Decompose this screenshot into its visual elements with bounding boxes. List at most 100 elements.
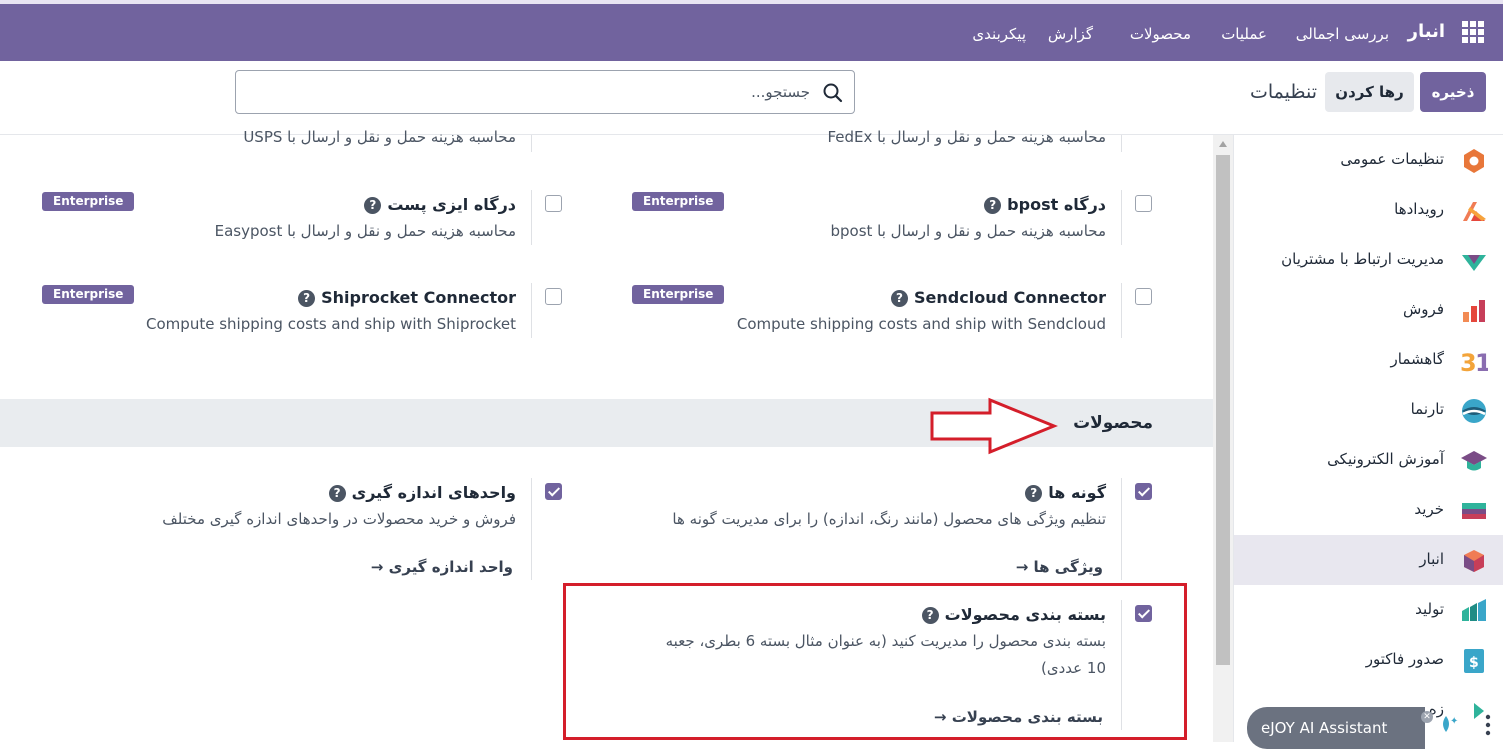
scrollbar-thumb[interactable] [1216,155,1230,665]
uom-checkbox[interactable] [545,483,562,500]
crm-icon [1462,255,1486,271]
sidebar-item-purchase[interactable]: خرید [1234,485,1503,535]
variants-description: تنظیم ویژگی های محصول (مانند رنگ، اندازه… [672,510,1106,528]
divider [531,135,532,152]
annotation-arrow-icon [930,397,1058,455]
sendcloud-checkbox[interactable] [1135,288,1152,305]
help-icon[interactable]: ? [984,197,1002,214]
annotation-highlight-box [563,583,1187,740]
sidebar-item-label: تولید [1415,600,1444,618]
shiprocket-checkbox[interactable] [545,288,562,305]
svg-text:$: $ [1469,655,1479,671]
divider [1121,135,1122,152]
sidebar-item-website[interactable]: تارنما [1234,385,1503,435]
fedex-description: محاسبه هزینه حمل و نقل و ارسال با FedEx [827,128,1106,146]
purchase-icon [1462,503,1486,519]
divider [531,478,532,580]
sidebar-item-events[interactable]: رویدادها [1234,185,1503,235]
sendcloud-title: Sendcloud Connector? [891,288,1106,307]
more-vertical-icon[interactable] [1478,712,1498,738]
menu-configuration[interactable]: پیکربندی [972,24,1026,44]
help-icon[interactable]: ? [328,485,346,502]
ejoy-logo-icon[interactable]: ✦ [1436,712,1460,736]
sidebar-item-label: صدور فاکتور [1365,650,1444,668]
sidebar-item-label: تارنما [1410,400,1444,418]
sales-icon [1463,300,1485,322]
sidebar-item-invoicing[interactable]: $ صدور فاکتور [1234,635,1503,685]
menu-operations[interactable]: عملیات [1221,24,1267,44]
search-icon[interactable] [822,82,844,104]
sidebar-item-label: خرید [1414,500,1444,518]
discard-button[interactable]: رها کردن [1325,72,1414,112]
sidebar-item-crm[interactable]: مدیریت ارتباط با مشتریان [1234,235,1503,285]
main-scrollbar[interactable] [1213,135,1233,742]
bpost-checkbox[interactable] [1135,195,1152,212]
divider [531,190,532,245]
uom-link[interactable]: واحد اندازه گیری → [371,558,513,576]
easypost-description: محاسبه هزینه حمل و نقل و ارسال با Easypo… [214,222,516,240]
close-icon[interactable]: ✕ [1421,711,1433,723]
ejoy-assistant-button[interactable]: eJOY AI Assistant [1247,707,1425,749]
svg-text:✦: ✦ [1450,716,1458,727]
bpost-description: محاسبه هزینه حمل و نقل و ارسال با bpost [830,222,1106,240]
shiprocket-description: Compute shipping costs and ship with Shi… [146,315,516,333]
divider [531,283,532,338]
sidebar-item-sales[interactable]: فروش [1234,285,1503,335]
sendcloud-description: Compute shipping costs and ship with Sen… [736,315,1106,333]
uom-title-text: واحدهای اندازه گیری [351,483,516,502]
control-panel: ذخیره رها کردن تنظیمات [0,61,1503,135]
shiprocket-title-text: Shiprocket Connector [321,288,516,307]
attributes-link-label: ویژگی ها [1033,558,1103,576]
variants-title-text: گونه ها [1048,483,1106,502]
sidebar-item-inventory[interactable]: انبار [1234,535,1503,585]
sidebar-item-label: رویدادها [1394,200,1444,218]
variants-title: گونه ها? [1025,483,1106,502]
divider [1121,478,1122,580]
general-settings-icon [1464,149,1484,173]
easypost-title-text: درگاه ایزی پست [387,195,516,214]
help-icon[interactable]: ? [1025,485,1043,502]
easypost-title: درگاه ایزی پست? [364,195,516,214]
arrow-right-icon: → [1015,558,1029,576]
uom-description: فروش و خرید محصولات در واحدهای اندازه گی… [162,510,516,528]
help-icon[interactable]: ? [891,290,909,307]
settings-sidebar: تنظیمات عمومی رویدادها مدیریت ارتباط با … [1233,135,1503,742]
save-button[interactable]: ذخیره [1420,72,1486,112]
sidebar-item-label: فروش [1402,300,1444,318]
bpost-title-text: درگاه bpost [1007,195,1106,214]
enterprise-badge: Enterprise [632,192,725,211]
shiprocket-title: Shiprocket Connector? [298,288,516,307]
menu-reporting[interactable]: گزارش [1048,24,1093,44]
sidebar-item-manufacturing[interactable]: تولید [1234,585,1503,635]
enterprise-badge: Enterprise [42,285,135,304]
variants-checkbox[interactable] [1135,483,1152,500]
uom-link-label: واحد اندازه گیری [388,558,513,576]
top-navbar: انبار بررسی اجمالی عملیات محصولات گزارش … [0,0,1503,61]
sidebar-item-calendar[interactable]: 3 1 گاهشمار [1234,335,1503,385]
inventory-icon [1464,550,1484,572]
events-icon [1463,202,1486,221]
search-input[interactable] [270,81,810,103]
sidebar-item-elearning[interactable]: آموزش الکترونیکی [1234,435,1503,485]
arrow-right-icon: → [370,558,384,576]
sidebar-item-label: مدیریت ارتباط با مشتریان [1281,250,1444,268]
help-icon[interactable]: ? [364,197,382,214]
invoicing-icon: $ [1464,649,1484,673]
sidebar-item-label: آموزش الکترونیکی [1327,450,1444,468]
help-icon[interactable]: ? [298,290,316,307]
menu-products[interactable]: محصولات [1130,24,1191,44]
sidebar-item-general-settings[interactable]: تنظیمات عمومی [1234,135,1503,185]
search-bar[interactable] [235,70,855,114]
app-brand[interactable]: انبار [1408,22,1445,42]
calendar-icon: 3 1 [1460,349,1488,375]
sidebar-item-label: تنظیمات عمومی [1340,150,1444,168]
page-title: تنظیمات [1249,81,1317,103]
usps-description: محاسبه هزینه حمل و نقل و ارسال با USPS [243,128,516,146]
attributes-link[interactable]: ویژگی ها → [1016,558,1103,576]
elearning-icon [1461,451,1487,471]
scroll-up-icon[interactable] [1219,141,1227,147]
apps-grid-icon[interactable] [1462,21,1484,43]
menu-overview[interactable]: بررسی اجمالی [1296,24,1389,44]
easypost-checkbox[interactable] [545,195,562,212]
bpost-title: درگاه bpost? [984,195,1106,214]
